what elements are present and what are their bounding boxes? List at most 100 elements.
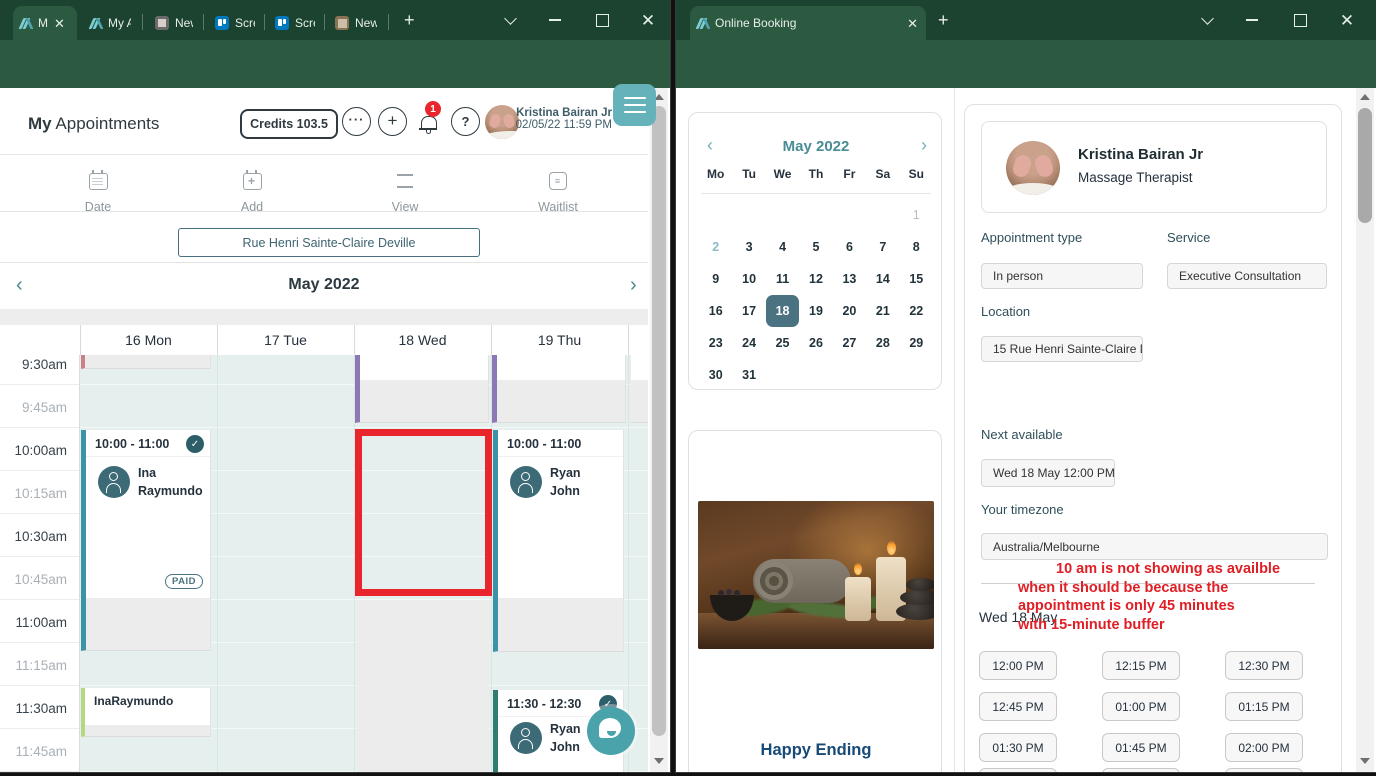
event-thu-early[interactable] (492, 355, 626, 423)
scroll-up-icon[interactable] (1360, 94, 1370, 100)
calendar-day[interactable]: 3 (732, 231, 765, 263)
calendar-day[interactable]: 7 (866, 231, 899, 263)
event-mon-1130[interactable]: InaRaymundo (81, 688, 211, 737)
calendar-day[interactable]: 22 (900, 295, 933, 327)
time-slot-button[interactable]: 01:45 PM (1102, 733, 1180, 762)
time-slot-button[interactable]: 12:00 PM (979, 651, 1057, 680)
calendar-day-empty (833, 199, 866, 231)
time-slot-button[interactable]: 12:15 PM (1102, 651, 1180, 680)
scrollbar-thumb[interactable] (1358, 108, 1372, 223)
tab-close-icon[interactable]: ✕ (54, 17, 65, 30)
event-wed-early[interactable] (355, 355, 489, 423)
calendar-day[interactable]: 8 (900, 231, 933, 263)
nav-date[interactable]: Date (43, 168, 153, 214)
location-filter-button[interactable]: Rue Henri Sainte-Claire Deville (178, 228, 480, 257)
service-chip[interactable]: Executive Consultation (1167, 263, 1327, 289)
event-sliver-mon[interactable] (81, 355, 211, 369)
calendar-day[interactable]: 30 (699, 359, 732, 391)
calendar-day[interactable]: 26 (799, 327, 832, 359)
scroll-down-icon[interactable] (654, 758, 664, 764)
hamburger-menu-button[interactable] (613, 84, 656, 126)
chat-icon[interactable]: ··· (342, 107, 371, 136)
calendar-day[interactable]: 24 (732, 327, 765, 359)
day-header: 19 Thu (537, 332, 582, 348)
next-available-chip[interactable]: Wed 18 May 12:00 PM (981, 459, 1115, 487)
calendar-day[interactable]: 28 (866, 327, 899, 359)
time-slot-button[interactable]: 01:15 PM (1225, 692, 1303, 721)
calendar-day[interactable]: 9 (699, 263, 732, 295)
calendar-day[interactable]: 21 (866, 295, 899, 327)
new-tab-button[interactable]: + (404, 11, 415, 29)
calendar-day[interactable]: 14 (866, 263, 899, 295)
close-button[interactable]: ✕ (1332, 9, 1362, 31)
calendar-day[interactable]: 19 (799, 295, 832, 327)
calendar-day[interactable]: 6 (833, 231, 866, 263)
nav-waitlist[interactable]: ≡ Waitlist (503, 168, 613, 214)
time-slot-button[interactable]: 01:00 PM (1102, 692, 1180, 721)
next-month-icon[interactable]: › (921, 135, 927, 156)
chat-widget-button[interactable] (587, 707, 635, 755)
tab-label: My A (108, 16, 131, 30)
add-icon[interactable]: + (378, 107, 407, 136)
time-slot-button[interactable]: 02:00 PM (1225, 733, 1303, 762)
calendar-day[interactable]: 12 (799, 263, 832, 295)
tab-close-icon[interactable]: ✕ (907, 17, 918, 30)
calendar-day[interactable]: 10 (732, 263, 765, 295)
calendar-day[interactable]: 20 (833, 295, 866, 327)
minimize-button[interactable] (1237, 9, 1267, 31)
left-tab-active[interactable]: M ✕ (13, 6, 77, 40)
appointment-type-chip[interactable]: In person (981, 263, 1143, 289)
scroll-down-icon[interactable] (1360, 758, 1370, 764)
scrollbar-thumb[interactable] (652, 106, 666, 736)
left-tab-3[interactable]: New (147, 6, 201, 40)
calendar-day[interactable]: 31 (732, 359, 765, 391)
location-chip[interactable]: 15 Rue Henri Sainte-Claire D... (981, 336, 1143, 362)
right-scrollbar[interactable] (1356, 88, 1374, 772)
month-title: May 2022 (288, 276, 360, 293)
left-tab-6[interactable]: New (327, 6, 385, 40)
time-slot-button[interactable]: 01:30 PM (979, 733, 1057, 762)
calendar-day[interactable]: 11 (766, 263, 799, 295)
time-slot-button[interactable]: 12:45 PM (979, 692, 1057, 721)
left-scrollbar[interactable] (650, 88, 668, 772)
event-fri-partial[interactable] (631, 355, 648, 423)
maximize-button[interactable] (1285, 9, 1315, 31)
left-tab-2[interactable]: My A (83, 6, 139, 40)
close-button[interactable]: ✕ (633, 9, 663, 31)
nav-view[interactable]: View (350, 168, 460, 214)
new-tab-button[interactable]: + (938, 11, 949, 29)
time-slot-partial[interactable] (1225, 768, 1303, 772)
calendar-day[interactable]: 13 (833, 263, 866, 295)
maximize-button[interactable] (587, 9, 617, 31)
calendar-day[interactable]: 2 (699, 231, 732, 263)
calendar-day[interactable]: 27 (833, 327, 866, 359)
left-tab-4[interactable]: Scre (207, 6, 263, 40)
calendar-day[interactable]: 4 (766, 231, 799, 263)
window-menu-chevron[interactable] (1192, 9, 1222, 31)
next-month-icon[interactable]: › (630, 274, 637, 297)
minimize-button[interactable] (540, 9, 570, 31)
calendar-day[interactable]: 18 (765, 295, 800, 327)
calendar-day[interactable]: 15 (900, 263, 933, 295)
confirmed-check-icon: ✓ (186, 435, 204, 453)
app-brand: My Appointments (28, 114, 160, 133)
right-tab-active[interactable]: Online Booking ✕ (690, 6, 926, 40)
nav-add[interactable]: Add (197, 168, 307, 214)
timezone-select[interactable]: Australia/Melbourne (981, 533, 1328, 560)
calendar-day[interactable]: 5 (799, 231, 832, 263)
time-slot-partial[interactable] (979, 768, 1057, 772)
calendar-day[interactable]: 23 (699, 327, 732, 359)
left-tab-5[interactable]: Scre (267, 6, 323, 40)
time-slot-partial[interactable] (1102, 768, 1180, 772)
calendar-day[interactable]: 16 (699, 295, 732, 327)
credits-button[interactable]: Credits 103.5 (240, 109, 338, 139)
calendar-day[interactable]: 1 (900, 199, 933, 231)
calendar-day[interactable]: 29 (900, 327, 933, 359)
calendar-day[interactable]: 25 (766, 327, 799, 359)
event-mon-10[interactable]: 10:00 - 11:00 ✓ Ina Raymundo PAID (81, 430, 211, 651)
event-thu-10[interactable]: 10:00 - 11:00 Ryan John (493, 430, 624, 652)
window-menu-chevron[interactable] (495, 9, 525, 31)
calendar-day[interactable]: 17 (732, 295, 765, 327)
service-card[interactable]: Happy Ending (688, 430, 942, 772)
time-slot-button[interactable]: 12:30 PM (1225, 651, 1303, 680)
